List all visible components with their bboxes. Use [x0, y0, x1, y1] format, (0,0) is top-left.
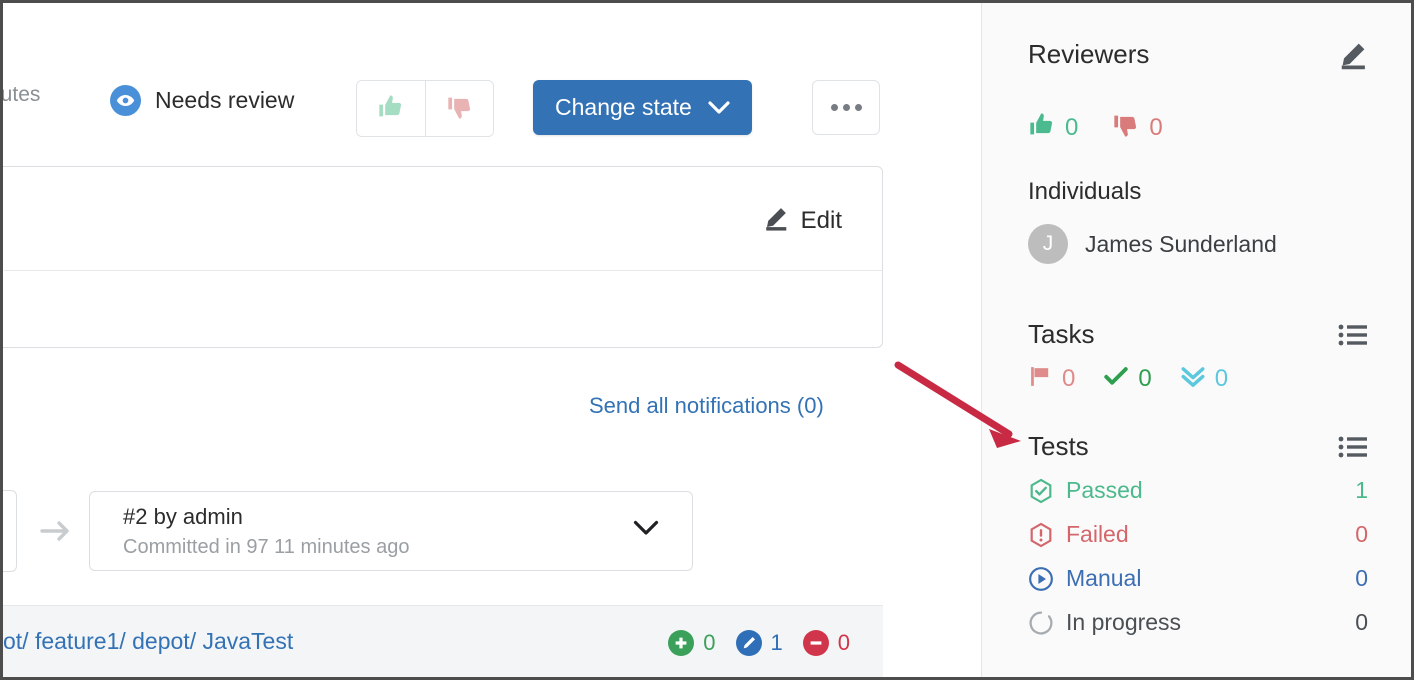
- revision-subtitle: Committed in 97 11 minutes ago: [123, 536, 409, 559]
- thumbs-down-icon: [1112, 111, 1140, 144]
- task-open-counter: 0: [1028, 364, 1075, 394]
- eye-icon: [110, 85, 141, 116]
- reviewer-upvotes: 0: [1028, 111, 1078, 144]
- previous-revision-card[interactable]: [3, 490, 17, 572]
- arrow-right-icon: [39, 516, 73, 546]
- thumbs-up-icon: [1028, 111, 1056, 144]
- test-label-failed: Failed: [1066, 521, 1355, 548]
- screenshot-frame: nutes Needs review: [0, 0, 1414, 680]
- plus-circle-icon: [668, 630, 694, 656]
- tasks-title: Tasks: [1028, 319, 1094, 350]
- chevron-down-icon: [708, 94, 730, 121]
- reviewer-downvotes: 0: [1112, 111, 1162, 144]
- ellipsis-icon: [831, 104, 838, 111]
- avatar: J: [1028, 224, 1068, 264]
- downvote-count: 0: [1149, 114, 1162, 142]
- thumbs-down-button[interactable]: [425, 81, 493, 136]
- double-chevron-down-icon: [1180, 363, 1206, 394]
- right-sidebar: Reviewers 0: [981, 3, 1411, 677]
- tests-list-icon[interactable]: [1338, 435, 1368, 459]
- added-lines-count: 0: [703, 630, 715, 656]
- description-card: Edit: [3, 166, 883, 348]
- spinner-icon: [1028, 610, 1054, 636]
- file-path-link[interactable]: ot/ feature1/ depot/ JavaTest: [3, 628, 293, 655]
- task-done-count: 0: [1138, 365, 1151, 393]
- change-state-button[interactable]: Change state: [533, 80, 752, 135]
- reviewer-vote-counters: 0 0: [1028, 111, 1163, 144]
- tasks-list-icon[interactable]: [1338, 323, 1368, 347]
- change-state-label: Change state: [555, 94, 692, 121]
- review-state-label: Needs review: [155, 87, 294, 114]
- pencil-circle-icon: [736, 630, 762, 656]
- minus-circle-icon: [803, 630, 829, 656]
- edit-reviewers-button[interactable]: [1338, 40, 1368, 70]
- test-count-passed: 1: [1355, 477, 1368, 504]
- individuals-title: Individuals: [1028, 178, 1141, 206]
- timestamp-fragment: nutes: [3, 83, 40, 107]
- test-row-manual[interactable]: Manual 0: [1028, 565, 1368, 592]
- removed-lines-stat: 0: [803, 630, 850, 656]
- description-divider: [4, 270, 882, 271]
- task-verified-counter: 0: [1180, 363, 1228, 394]
- test-count-manual: 0: [1355, 565, 1368, 592]
- play-circle-icon: [1028, 566, 1054, 592]
- upvote-count: 0: [1065, 114, 1078, 142]
- ellipsis-icon: [843, 104, 850, 111]
- review-state: Needs review: [110, 85, 294, 116]
- task-verified-count: 0: [1215, 365, 1228, 393]
- revision-selector[interactable]: #2 by admin Committed in 97 11 minutes a…: [89, 491, 693, 571]
- more-actions-button[interactable]: [812, 80, 880, 135]
- test-row-passed[interactable]: Passed 1: [1028, 477, 1368, 504]
- tests-title: Tests: [1028, 431, 1089, 462]
- chevron-down-icon: [633, 520, 659, 542]
- review-header-bar: nutes Needs review: [3, 25, 981, 125]
- test-count-in-progress: 0: [1355, 609, 1368, 636]
- hex-check-icon: [1028, 478, 1054, 504]
- thumbs-up-icon: [377, 93, 405, 124]
- thumbs-up-button[interactable]: [357, 81, 425, 136]
- task-counters: 0 0 0: [1028, 363, 1228, 394]
- hex-alert-icon: [1028, 522, 1054, 548]
- test-count-failed: 0: [1355, 521, 1368, 548]
- added-lines-stat: 0: [668, 630, 715, 656]
- test-row-failed[interactable]: Failed 0: [1028, 521, 1368, 548]
- flag-icon: [1028, 364, 1053, 394]
- check-icon: [1103, 363, 1129, 394]
- task-open-count: 0: [1062, 365, 1075, 393]
- removed-lines-count: 0: [838, 630, 850, 656]
- test-label-passed: Passed: [1066, 477, 1355, 504]
- test-label-manual: Manual: [1066, 565, 1355, 592]
- test-row-in-progress[interactable]: In progress 0: [1028, 609, 1368, 636]
- tests-section-header: Tests: [1028, 431, 1368, 462]
- revision-title: #2 by admin: [123, 504, 243, 530]
- edit-description-button[interactable]: Edit: [763, 205, 842, 236]
- thumbs-down-icon: [446, 93, 474, 124]
- ellipsis-icon: [855, 104, 862, 111]
- vote-button-group: [356, 80, 494, 137]
- main-content-column: nutes Needs review: [3, 3, 981, 677]
- reviewers-section-header: Reviewers: [1028, 39, 1368, 70]
- file-row: ot/ feature1/ depot/ JavaTest 0: [3, 605, 883, 677]
- reviewer-name: James Sunderland: [1085, 231, 1277, 258]
- test-label-in-progress: In progress: [1066, 609, 1355, 636]
- send-all-notifications-link[interactable]: Send all notifications (0): [589, 393, 824, 419]
- pencil-icon: [763, 205, 789, 236]
- edit-label: Edit: [801, 207, 842, 235]
- task-done-counter: 0: [1103, 363, 1151, 394]
- tasks-section-header: Tasks: [1028, 319, 1368, 350]
- edited-lines-stat: 1: [736, 630, 783, 656]
- reviewer-list-item[interactable]: J James Sunderland: [1028, 224, 1277, 264]
- edited-lines-count: 1: [771, 630, 783, 656]
- file-diff-stats: 0 1 0: [668, 630, 850, 656]
- reviewers-title: Reviewers: [1028, 39, 1149, 70]
